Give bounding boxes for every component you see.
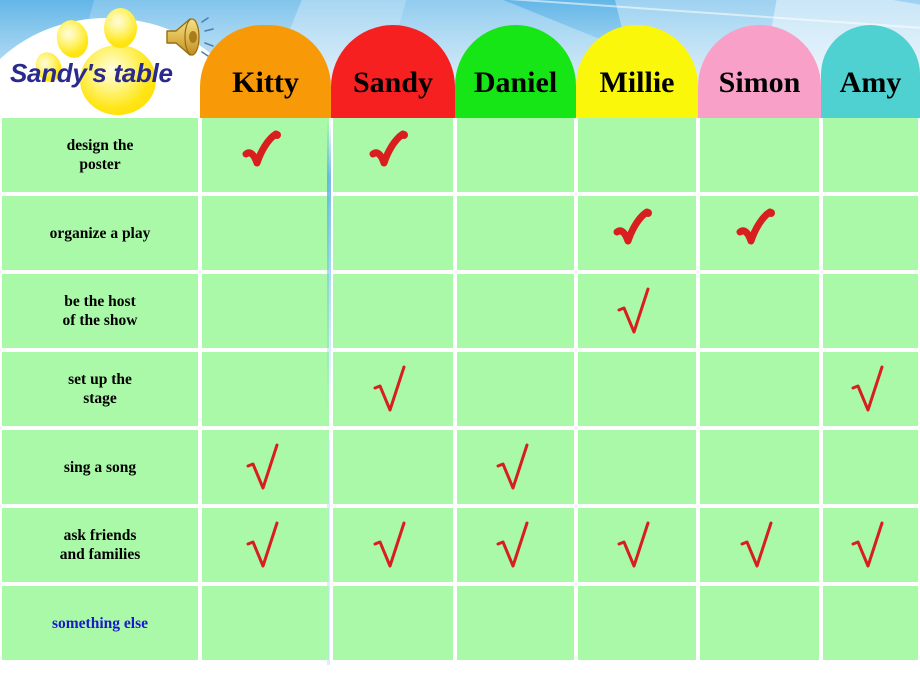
row-label-cell: design the poster [2,118,198,192]
column-header-amy[interactable]: Amy [821,25,920,118]
check-mark-icon [740,521,772,568]
column-header-label: Millie [599,66,675,99]
row-label: organize a play [49,224,151,242]
table-cell[interactable] [457,352,574,426]
table-row: be the host of the show [0,274,920,348]
table-cell[interactable] [823,508,918,582]
page-title: Sandy's table [10,58,173,88]
table-cell[interactable] [823,430,918,504]
check-mark-icon [617,521,650,568]
assignment-table: design the poster organize a play be the ho… [0,118,920,663]
check-mark-icon [613,208,652,245]
table-row: ask friends and families [0,508,920,582]
table-row: set up the stage [0,352,920,426]
column-header-label: Kitty [232,66,299,99]
table-cell[interactable] [578,274,696,348]
table-cell[interactable] [202,274,329,348]
column-header-label: Daniel [473,66,558,99]
row-label: ask friends and families [59,527,141,563]
table-cell[interactable] [578,196,696,270]
table-cell[interactable] [700,196,819,270]
table-cell[interactable] [333,274,453,348]
table-cell[interactable] [202,430,329,504]
check-mark-icon [851,365,883,412]
column-header-label: Amy [839,66,902,99]
check-mark-icon [373,365,406,412]
table-cell[interactable] [700,586,819,660]
check-mark-icon [496,443,528,490]
table-cell[interactable] [202,586,329,660]
table-cell[interactable] [700,352,819,426]
row-label: something else [51,614,148,632]
check-mark-icon [369,130,408,167]
check-mark-icon [246,521,278,568]
row-label-cell: ask friends and families [2,508,198,582]
column-divider [327,440,330,665]
column-divider [327,118,331,448]
table-cell[interactable] [823,274,918,348]
table-cell[interactable] [823,196,918,270]
check-mark-icon [617,287,650,334]
check-mark-icon [373,521,406,568]
check-mark-icon [246,443,278,490]
table-cell[interactable] [333,430,453,504]
row-label-cell: sing a song [2,430,198,504]
table-cell[interactable] [578,352,696,426]
column-header-label: Sandy [352,66,434,99]
table-cell[interactable] [333,508,453,582]
row-label-cell: something else [2,586,198,660]
table-cell[interactable] [457,430,574,504]
table-cell[interactable] [333,196,453,270]
row-label-cell: set up the stage [2,352,198,426]
table-cell[interactable] [823,352,918,426]
row-label-cell: be the host of the show [2,274,198,348]
table-cell[interactable] [457,508,574,582]
table-cell[interactable] [457,196,574,270]
table-cell[interactable] [457,586,574,660]
row-label: set up the stage [68,371,132,407]
table-row: organize a play [0,196,920,270]
check-mark-icon [242,130,281,167]
row-label: sing a song [63,458,137,476]
table-row: design the poster [0,118,920,192]
table-cell[interactable] [457,274,574,348]
table-cell[interactable] [578,430,696,504]
table-cell[interactable] [333,118,453,192]
table-cell[interactable] [202,118,329,192]
table-cell[interactable] [578,508,696,582]
table-cell[interactable] [457,118,574,192]
table-cell[interactable] [700,118,819,192]
table-row: sing a song [0,430,920,504]
table-cell[interactable] [333,352,453,426]
table-cell[interactable] [202,196,329,270]
table-cell[interactable] [700,508,819,582]
row-label: be the host of the show [62,293,138,329]
row-label: design the poster [66,137,134,173]
table-cell[interactable] [333,586,453,660]
table-cell[interactable] [202,508,329,582]
check-mark-icon [736,208,775,245]
table-cell[interactable] [700,274,819,348]
table-row: something else [0,586,920,660]
table-cell[interactable] [823,586,918,660]
table-cell[interactable] [578,118,696,192]
slide-canvas: Sandy's table Kitty Sandy Daniel Millie Simo… [0,0,920,690]
table-cell[interactable] [823,118,918,192]
row-label-cell: organize a play [2,196,198,270]
check-mark-icon [496,521,528,568]
column-header-label: Simon [718,66,801,99]
table-cell[interactable] [700,430,819,504]
check-mark-icon [851,521,883,568]
table-cell[interactable] [578,586,696,660]
table-cell[interactable] [202,352,329,426]
